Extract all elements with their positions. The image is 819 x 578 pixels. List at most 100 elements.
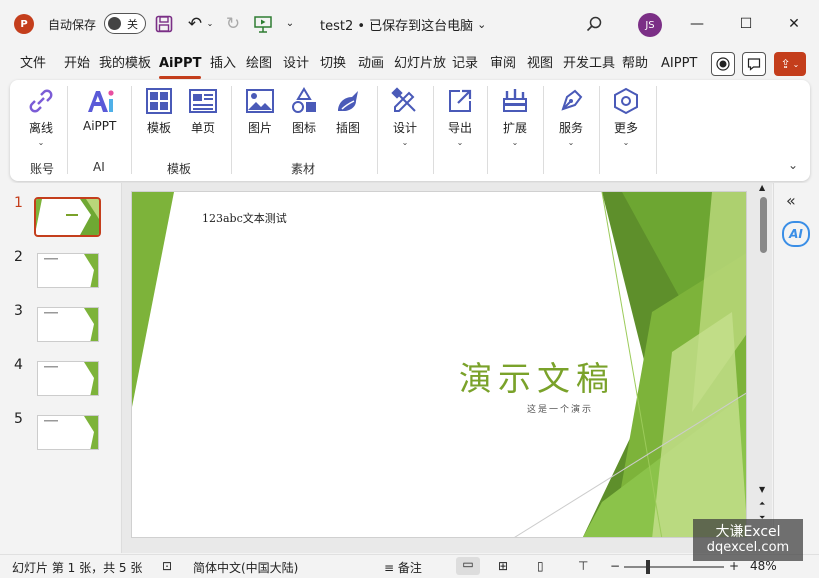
- zoom-out-button[interactable]: −: [610, 559, 620, 573]
- chevron-down-icon: ⌄: [477, 17, 487, 31]
- slide-thumbnail-1[interactable]: [34, 197, 101, 237]
- group-label-account: 账号: [30, 162, 55, 176]
- slide-number: 4: [14, 357, 23, 373]
- user-avatar[interactable]: JS: [638, 13, 662, 37]
- normal-view-icon[interactable]: ▭: [456, 557, 480, 575]
- previous-slide-icon[interactable]: ⏶: [759, 499, 765, 509]
- hexagon-icon: [611, 86, 641, 116]
- picture-icon: [245, 86, 275, 116]
- tab-file[interactable]: 文件: [20, 54, 46, 76]
- illustration-button[interactable]: 插图: [333, 86, 363, 136]
- aippt-button[interactable]: AiPPT: [83, 86, 116, 133]
- slide-thumbnail-2[interactable]: [37, 253, 99, 288]
- slide-thumbnail-5[interactable]: [37, 415, 99, 450]
- zoom-in-button[interactable]: +: [729, 559, 739, 573]
- single-page-button[interactable]: 单页: [188, 86, 218, 136]
- collapse-ribbon-icon[interactable]: ⌄: [788, 158, 798, 172]
- tab-view[interactable]: 视图: [527, 54, 553, 76]
- tab-help[interactable]: 帮助: [622, 54, 648, 76]
- maximize-icon[interactable]: ☐: [734, 12, 758, 36]
- save-icon[interactable]: [155, 15, 173, 33]
- slide-editor[interactable]: 123abc文本测试 演示文稿 这是一个演示: [131, 191, 747, 538]
- tab-my-templates[interactable]: 我的模板: [99, 54, 151, 76]
- template-label: 模板: [146, 121, 171, 135]
- document-title[interactable]: test2 • 已保存到这台电脑 ⌄: [320, 14, 486, 34]
- slide-count-status[interactable]: 幻灯片 第 1 张，共 5 张: [12, 559, 142, 576]
- service-button[interactable]: 服务 ⌄: [556, 86, 586, 147]
- slideshow-icon[interactable]: ⊤: [578, 559, 588, 573]
- template-button[interactable]: 模板: [144, 86, 174, 136]
- record-button[interactable]: [711, 52, 735, 76]
- icon-button[interactable]: 图标: [289, 86, 319, 136]
- side-panel: « AI: [773, 183, 819, 553]
- tab-animations[interactable]: 动画: [358, 54, 384, 76]
- language-status[interactable]: 简体中文(中国大陆): [193, 559, 298, 576]
- tab-developer[interactable]: 开发工具: [563, 54, 615, 76]
- share-button[interactable]: ⇪ ⌄: [774, 52, 806, 76]
- tab-slideshow[interactable]: 幻灯片放: [394, 54, 446, 76]
- ribbon-panel: 离线 ⌄ AiPPT 账号 AI 模板 单页 模板 图片 图标 插图 素材 设计…: [10, 80, 810, 181]
- redo-icon[interactable]: ↻: [222, 13, 244, 35]
- illustration-icon: [333, 86, 363, 116]
- group-divider: [377, 86, 378, 174]
- slide-subtitle[interactable]: 这是一个演示: [527, 402, 593, 415]
- expand-panel-icon[interactable]: «: [786, 191, 796, 210]
- chevron-down-icon: ⌄: [567, 138, 575, 147]
- notes-icon: ≡: [384, 561, 395, 575]
- tab-transitions[interactable]: 切换: [320, 54, 346, 76]
- scroll-down-icon[interactable]: ▼: [759, 485, 765, 494]
- tab-insert[interactable]: 插入: [210, 54, 236, 76]
- picture-button[interactable]: 图片: [245, 86, 275, 136]
- notes-button[interactable]: ≡ 备注: [384, 559, 422, 576]
- customize-toolbar-icon[interactable]: ⌄: [284, 16, 296, 30]
- search-icon[interactable]: [584, 14, 604, 34]
- slide-text-box[interactable]: 123abc文本测试: [202, 210, 287, 226]
- service-label: 服务: [558, 121, 583, 135]
- zoom-level[interactable]: 48%: [750, 559, 777, 573]
- extension-button[interactable]: 扩展 ⌄: [500, 86, 530, 147]
- slide-thumbnail-3[interactable]: [37, 307, 99, 342]
- ai-logo-icon: [85, 86, 115, 116]
- scrollbar-thumb[interactable]: [760, 197, 767, 253]
- close-icon[interactable]: ✕: [782, 12, 806, 36]
- comments-button[interactable]: [742, 52, 766, 76]
- slide-number: 3: [14, 303, 23, 319]
- reading-view-icon[interactable]: ▯: [537, 559, 544, 573]
- zoom-slider[interactable]: [624, 560, 724, 574]
- minimize-icon[interactable]: —: [685, 12, 709, 36]
- undo-dropdown-icon[interactable]: ⌄: [206, 18, 214, 28]
- offline-button[interactable]: 离线 ⌄: [26, 86, 56, 147]
- extension-icon: [500, 86, 530, 116]
- chevron-down-icon: ⌄: [622, 138, 630, 147]
- offline-label: 离线: [28, 121, 53, 135]
- group-label-ai: AI: [93, 160, 105, 174]
- zoom-slider-thumb[interactable]: [646, 560, 650, 574]
- scroll-up-icon[interactable]: ▲: [759, 183, 765, 192]
- group-divider: [543, 86, 544, 174]
- group-divider: [67, 86, 68, 174]
- notes-label: 备注: [397, 561, 422, 575]
- tab-record[interactable]: 记录: [452, 54, 478, 76]
- watermark: 大谦Excel dqexcel.com: [693, 519, 803, 561]
- tab-draw[interactable]: 绘图: [246, 54, 272, 76]
- more-button[interactable]: 更多 ⌄: [611, 86, 641, 147]
- tab-home[interactable]: 开始: [64, 54, 90, 76]
- present-from-start-icon[interactable]: [252, 13, 274, 35]
- slide-title[interactable]: 演示文稿: [459, 352, 615, 400]
- illustration-label: 插图: [335, 121, 360, 135]
- vertical-scrollbar[interactable]: ▲ ▼ ⏶ ⏷: [756, 183, 772, 533]
- undo-icon[interactable]: ↶: [184, 13, 206, 35]
- chevron-down-icon: ⌄: [37, 138, 45, 147]
- tab-design[interactable]: 设计: [283, 54, 309, 76]
- accessibility-icon[interactable]: ⊡: [162, 559, 172, 573]
- export-button[interactable]: 导出 ⌄: [445, 86, 475, 147]
- tab-review[interactable]: 审阅: [490, 54, 516, 76]
- tab-aippt[interactable]: AiPPT: [159, 54, 202, 79]
- slide-sorter-icon[interactable]: ⊞: [498, 559, 508, 573]
- ai-assistant-icon[interactable]: AI: [782, 221, 810, 247]
- slide-thumbnail-4[interactable]: [37, 361, 99, 396]
- autosave-toggle[interactable]: 关: [104, 13, 146, 34]
- tab-aippt-2[interactable]: AIPPT: [661, 54, 697, 76]
- design-button[interactable]: 设计 ⌄: [390, 86, 420, 147]
- chevron-down-icon: ⌄: [792, 59, 800, 69]
